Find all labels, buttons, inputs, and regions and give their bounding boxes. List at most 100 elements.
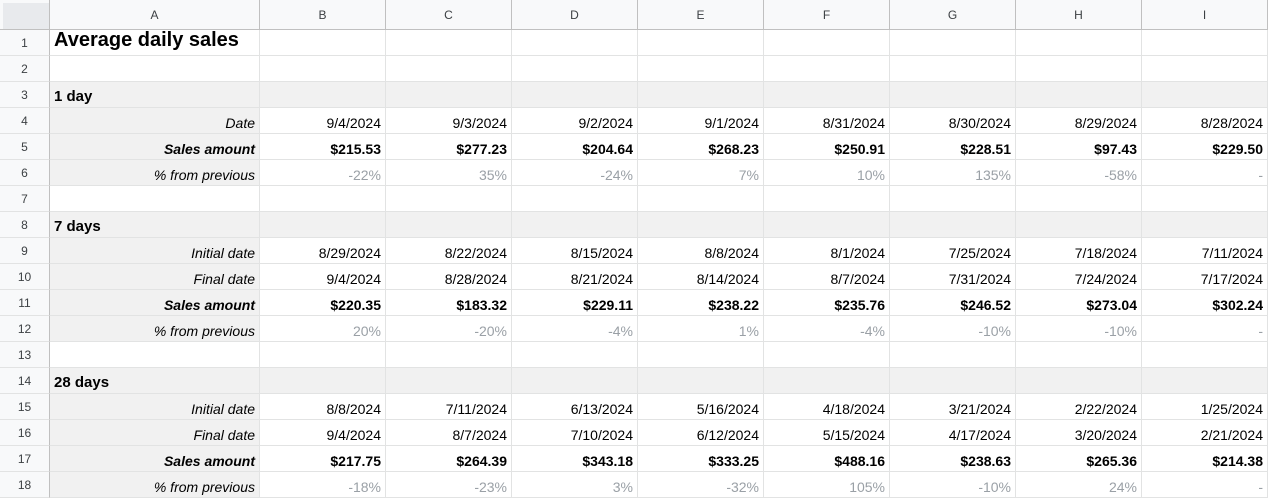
value-cell[interactable]: 7/17/2024 <box>1142 264 1268 290</box>
empty-cell[interactable] <box>890 368 1016 394</box>
empty-cell[interactable] <box>512 186 638 212</box>
value-cell[interactable]: $273.04 <box>1016 290 1142 316</box>
value-cell[interactable]: -24% <box>512 160 638 186</box>
value-cell[interactable]: $235.76 <box>764 290 890 316</box>
empty-cell[interactable] <box>260 186 386 212</box>
value-cell[interactable]: -4% <box>512 316 638 342</box>
value-cell[interactable]: 1% <box>638 316 764 342</box>
empty-cell[interactable] <box>512 368 638 394</box>
value-cell[interactable]: 8/1/2024 <box>764 238 890 264</box>
empty-cell[interactable] <box>764 342 890 368</box>
empty-cell[interactable] <box>1142 82 1268 108</box>
empty-cell[interactable] <box>50 56 260 82</box>
row-header-11[interactable]: 11 <box>0 290 50 316</box>
value-cell[interactable]: 135% <box>890 160 1016 186</box>
section-header-cell[interactable]: 7 days <box>50 212 260 238</box>
value-cell[interactable]: -58% <box>1016 160 1142 186</box>
empty-cell[interactable] <box>1142 186 1268 212</box>
value-cell[interactable]: 3/20/2024 <box>1016 420 1142 446</box>
value-cell[interactable]: 2/22/2024 <box>1016 394 1142 420</box>
value-cell[interactable]: $333.25 <box>638 446 764 472</box>
value-cell[interactable]: 9/4/2024 <box>260 108 386 134</box>
row-label-cell[interactable]: Initial date <box>50 238 260 264</box>
row-label-cell[interactable]: % from previous <box>50 472 260 498</box>
section-header-cell[interactable]: 1 day <box>50 82 260 108</box>
value-cell[interactable]: 9/1/2024 <box>638 108 764 134</box>
row-label-cell[interactable]: % from previous <box>50 160 260 186</box>
value-cell[interactable]: 8/29/2024 <box>1016 108 1142 134</box>
empty-cell[interactable] <box>1142 56 1268 82</box>
value-cell[interactable]: 2/21/2024 <box>1142 420 1268 446</box>
row-header-13[interactable]: 13 <box>0 342 50 368</box>
empty-cell[interactable] <box>764 82 890 108</box>
value-cell[interactable]: 8/29/2024 <box>260 238 386 264</box>
empty-cell[interactable] <box>260 368 386 394</box>
row-header-3[interactable]: 3 <box>0 82 50 108</box>
value-cell[interactable]: $217.75 <box>260 446 386 472</box>
row-label-cell[interactable]: Sales amount <box>50 446 260 472</box>
row-label-cell[interactable]: Sales amount <box>50 290 260 316</box>
value-cell[interactable]: 7/11/2024 <box>1142 238 1268 264</box>
value-cell[interactable]: -20% <box>386 316 512 342</box>
empty-cell[interactable] <box>260 30 386 56</box>
value-cell[interactable]: 1/25/2024 <box>1142 394 1268 420</box>
empty-cell[interactable] <box>512 82 638 108</box>
empty-cell[interactable] <box>1016 82 1142 108</box>
value-cell[interactable]: -4% <box>764 316 890 342</box>
column-header-c[interactable]: C <box>386 0 512 30</box>
empty-cell[interactable] <box>638 82 764 108</box>
value-cell[interactable]: 8/15/2024 <box>512 238 638 264</box>
empty-cell[interactable] <box>638 186 764 212</box>
empty-cell[interactable] <box>638 56 764 82</box>
value-cell[interactable]: 7/24/2024 <box>1016 264 1142 290</box>
empty-cell[interactable] <box>1142 368 1268 394</box>
empty-cell[interactable] <box>260 212 386 238</box>
value-cell[interactable]: -10% <box>890 472 1016 498</box>
value-cell[interactable]: $97.43 <box>1016 134 1142 160</box>
empty-cell[interactable] <box>1142 30 1268 56</box>
column-header-d[interactable]: D <box>512 0 638 30</box>
value-cell[interactable]: $264.39 <box>386 446 512 472</box>
row-header-4[interactable]: 4 <box>0 108 50 134</box>
value-cell[interactable]: 6/13/2024 <box>512 394 638 420</box>
empty-cell[interactable] <box>890 186 1016 212</box>
value-cell[interactable]: 7/31/2024 <box>890 264 1016 290</box>
row-header-17[interactable]: 17 <box>0 446 50 472</box>
empty-cell[interactable] <box>260 342 386 368</box>
value-cell[interactable]: -10% <box>1016 316 1142 342</box>
empty-cell[interactable] <box>1016 368 1142 394</box>
value-cell[interactable]: 20% <box>260 316 386 342</box>
sheet-title-cell[interactable]: Average daily sales <box>50 29 260 56</box>
empty-cell[interactable] <box>764 212 890 238</box>
row-label-cell[interactable]: % from previous <box>50 316 260 342</box>
empty-cell[interactable] <box>1016 342 1142 368</box>
empty-cell[interactable] <box>1016 30 1142 56</box>
value-cell[interactable]: 8/28/2024 <box>386 264 512 290</box>
value-cell[interactable]: 8/28/2024 <box>1142 108 1268 134</box>
value-cell[interactable]: 8/31/2024 <box>764 108 890 134</box>
value-cell[interactable]: 7% <box>638 160 764 186</box>
empty-cell[interactable] <box>50 342 260 368</box>
value-cell[interactable]: $343.18 <box>512 446 638 472</box>
row-header-16[interactable]: 16 <box>0 420 50 446</box>
value-cell[interactable]: 24% <box>1016 472 1142 498</box>
value-cell[interactable]: 5/15/2024 <box>764 420 890 446</box>
value-cell[interactable]: 8/14/2024 <box>638 264 764 290</box>
column-header-i[interactable]: I <box>1142 0 1268 30</box>
value-cell[interactable]: $238.22 <box>638 290 764 316</box>
value-cell[interactable]: $220.35 <box>260 290 386 316</box>
value-cell[interactable]: $229.50 <box>1142 134 1268 160</box>
empty-cell[interactable] <box>512 30 638 56</box>
value-cell[interactable]: 9/4/2024 <box>260 264 386 290</box>
value-cell[interactable]: 8/8/2024 <box>638 238 764 264</box>
value-cell[interactable]: 8/8/2024 <box>260 394 386 420</box>
value-cell[interactable]: $183.32 <box>386 290 512 316</box>
value-cell[interactable]: -10% <box>890 316 1016 342</box>
value-cell[interactable]: 3% <box>512 472 638 498</box>
empty-cell[interactable] <box>764 368 890 394</box>
value-cell[interactable]: 9/4/2024 <box>260 420 386 446</box>
value-cell[interactable]: 4/18/2024 <box>764 394 890 420</box>
row-header-10[interactable]: 10 <box>0 264 50 290</box>
empty-cell[interactable] <box>638 368 764 394</box>
value-cell[interactable]: - <box>1142 472 1268 498</box>
